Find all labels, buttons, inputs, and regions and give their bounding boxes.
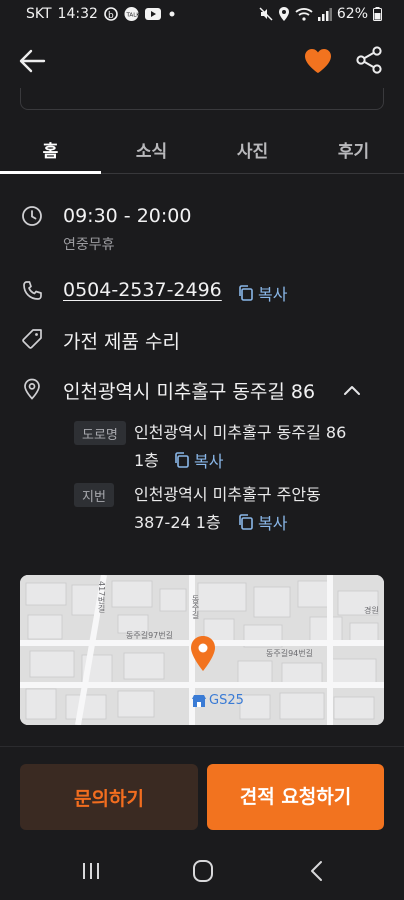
home-icon[interactable]: [188, 858, 218, 884]
tab-photos[interactable]: 사진: [202, 128, 303, 173]
tab-reviews[interactable]: 후기: [303, 128, 404, 173]
copy-road-address-button[interactable]: 복사: [173, 448, 223, 472]
map-label-3: 동주길: [191, 595, 200, 619]
copy-label: 복사: [258, 514, 288, 533]
location-map[interactable]: 동주길97번길 동주길94번길 동주길 경원 417번길 GS25: [20, 575, 384, 725]
lot-address-tag: 지번: [74, 483, 114, 507]
map-poi-label: GS25: [209, 693, 244, 708]
back-button[interactable]: [18, 48, 48, 74]
share-button[interactable]: [354, 45, 384, 75]
business-category: 가전 제품 수리: [63, 331, 180, 353]
app-header: [0, 36, 404, 86]
store-icon: [192, 694, 206, 707]
phone-number[interactable]: 0504-2537-2496: [63, 279, 222, 301]
recent-apps-icon[interactable]: [76, 858, 106, 884]
copy-label: 복사: [258, 285, 288, 304]
b-app-icon: b: [104, 7, 118, 21]
road-address-line2: 1층: [134, 451, 159, 470]
copy-lot-address-button[interactable]: 복사: [237, 510, 287, 534]
hours-note: 연중무휴: [63, 237, 115, 253]
tab-home[interactable]: 홈: [0, 128, 101, 174]
map-label-5: 417번길: [97, 581, 106, 613]
lot-address-line2: 387-24 1층: [134, 513, 221, 532]
map-pin-icon: [191, 636, 215, 671]
copy-label: 복사: [194, 452, 224, 471]
svg-text:TALK: TALK: [125, 13, 139, 19]
wifi-icon: [295, 7, 313, 21]
map-label-1: 동주길97번길: [126, 631, 173, 640]
address-summary[interactable]: 인천광역시 미추홀구 동주길 86: [63, 377, 315, 404]
location-icon: [278, 7, 290, 21]
previous-card-edge: [20, 88, 384, 110]
mute-icon: [259, 7, 273, 21]
svg-text:b: b: [108, 11, 114, 21]
quote-request-button[interactable]: 견적 요청하기: [207, 764, 384, 830]
map-poi: GS25: [192, 693, 244, 708]
talk-app-icon: TALK: [124, 7, 139, 21]
map-label-4: 경원: [364, 606, 379, 615]
system-nav-bar: [0, 842, 404, 900]
road-address-line1: 인천광역시 미추홀구 동주길 86: [134, 423, 347, 442]
lot-address-line1: 인천광역시 미추홀구 주안동: [134, 485, 321, 504]
copy-icon: [239, 285, 253, 301]
status-bar: SKT 14:32 b TALK 62%: [0, 0, 404, 28]
clock-icon: [22, 206, 42, 226]
heart-icon: [305, 49, 331, 73]
copy-icon: [239, 514, 253, 530]
chevron-up-icon[interactable]: [342, 381, 362, 401]
favorite-button[interactable]: [303, 47, 333, 75]
tab-news[interactable]: 소식: [101, 128, 202, 173]
tab-bar: 홈 소식 사진 후기: [0, 128, 404, 174]
nav-back-icon[interactable]: [302, 858, 332, 884]
battery-level: 62%: [336, 6, 368, 22]
dot-icon: [167, 9, 177, 19]
road-address-tag: 도로명: [74, 421, 126, 445]
clock: 14:32: [57, 6, 98, 22]
battery-icon: [373, 7, 382, 21]
signal-icon: [317, 7, 332, 21]
tag-icon: [22, 329, 42, 349]
bottom-divider: [0, 746, 404, 747]
copy-phone-button[interactable]: 복사: [237, 281, 287, 305]
inquiry-button[interactable]: 문의하기: [20, 764, 198, 830]
share-icon: [356, 46, 382, 74]
business-hours: 09:30 - 20:00: [63, 205, 192, 227]
carrier-label: SKT: [26, 6, 52, 22]
copy-icon: [175, 452, 189, 468]
arrow-left-icon: [19, 49, 46, 73]
location-pin-icon: [24, 378, 40, 400]
map-label-2: 동주길94번길: [266, 649, 313, 658]
youtube-icon: [144, 8, 161, 20]
phone-icon: [23, 281, 42, 300]
